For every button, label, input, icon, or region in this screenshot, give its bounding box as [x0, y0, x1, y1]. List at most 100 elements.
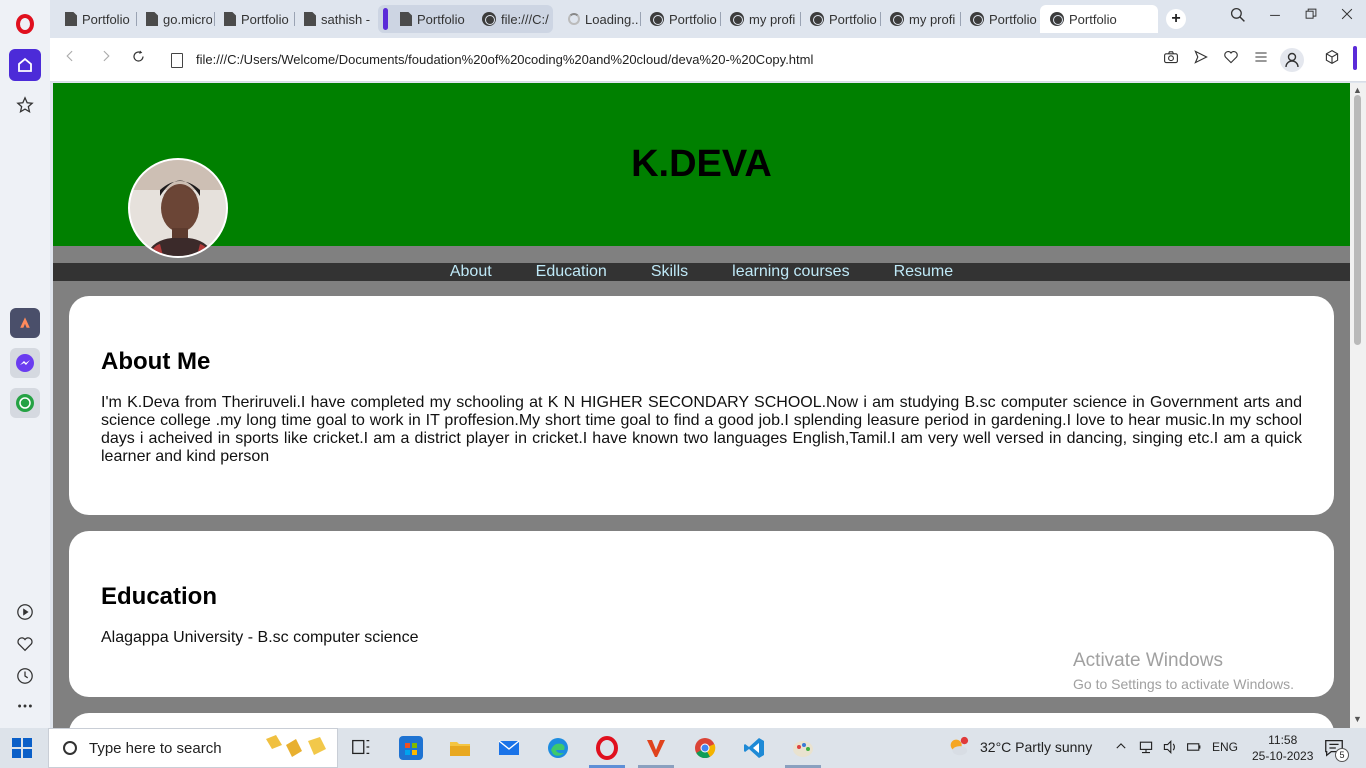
notification-count-badge: 5	[1335, 748, 1349, 762]
reload-icon[interactable]	[127, 49, 149, 69]
pinboard-heart-icon[interactable]	[1219, 49, 1243, 69]
tab[interactable]: go.micro	[136, 5, 212, 33]
globe-icon	[650, 12, 664, 26]
spinner-icon	[568, 13, 580, 25]
battery-icon[interactable]	[1186, 739, 1202, 758]
tab[interactable]: Portfolio	[390, 5, 472, 33]
page-viewport: K.DEVA About Education Skills learning c…	[53, 83, 1350, 728]
edge-icon[interactable]	[546, 736, 570, 760]
bookmarks-star-icon[interactable]	[9, 89, 41, 121]
page-icon	[304, 12, 316, 26]
weather-icon[interactable]	[946, 736, 970, 761]
search-tabs-icon[interactable]	[1223, 7, 1253, 28]
globe-icon	[890, 12, 904, 26]
about-heading: About Me	[101, 348, 211, 375]
nav-link-about[interactable]: About	[450, 263, 492, 281]
weather-text[interactable]: 32°C Partly sunny	[980, 739, 1092, 755]
file-explorer-icon[interactable]	[448, 736, 472, 760]
url-field[interactable]: file:///C:/Users/Welcome/Documents/fouda…	[196, 52, 813, 67]
mail-icon[interactable]	[497, 736, 521, 760]
volume-icon[interactable]	[1162, 739, 1178, 758]
vivaldi-icon[interactable]	[644, 736, 668, 760]
profile-photo	[128, 158, 228, 258]
site-nav: About Education Skills learning courses …	[53, 263, 1350, 281]
page-scrollbar[interactable]: ▲ ▼	[1350, 83, 1366, 728]
globe-icon	[810, 12, 824, 26]
new-tab-plus-icon[interactable]: +	[1166, 9, 1186, 29]
tab-group-indicator	[383, 8, 388, 30]
activate-windows-watermark: Activate Windows Go to Settings to activ…	[1073, 650, 1294, 692]
back-icon[interactable]	[59, 49, 81, 68]
nav-link-skills[interactable]: Skills	[651, 263, 688, 281]
tab[interactable]: Portfolio	[55, 5, 133, 33]
page-icon	[146, 12, 158, 26]
sidebar-accent	[1353, 46, 1357, 70]
page-icon	[65, 12, 77, 26]
globe-icon	[482, 12, 496, 26]
clock[interactable]: 11:58 25-10-2023	[1252, 732, 1313, 764]
whatsapp-icon[interactable]	[10, 388, 40, 418]
chrome-icon[interactable]	[693, 736, 717, 760]
about-text: I'm K.Deva from Theriruveli.I have compl…	[101, 394, 1302, 465]
tab-strip: Portfolio go.micro Portfolio sathish - P…	[50, 0, 1366, 38]
address-bar: file:///C:/Users/Welcome/Documents/fouda…	[50, 38, 1366, 82]
start-windows-icon[interactable]	[12, 738, 32, 758]
player-icon[interactable]	[14, 601, 36, 623]
scroll-thumb[interactable]	[1354, 95, 1361, 345]
globe-icon	[730, 12, 744, 26]
aria-ai-icon[interactable]	[10, 308, 40, 338]
site-header: K.DEVA	[53, 83, 1350, 258]
nav-link-education[interactable]: Education	[536, 263, 607, 281]
tab-active[interactable]: Portfolio	[1040, 5, 1158, 33]
network-icon[interactable]	[1138, 739, 1154, 758]
tab[interactable]: Portfolio	[640, 5, 720, 33]
messenger-icon[interactable]	[10, 348, 40, 378]
snapshot-camera-icon[interactable]	[1159, 49, 1183, 69]
home-icon[interactable]	[9, 49, 41, 81]
tab[interactable]: Portfolio	[800, 5, 880, 33]
browser-sidebar	[0, 0, 50, 728]
windows-taskbar: Type here to search 32°C Partly sunny EN…	[0, 728, 1366, 768]
scroll-down-icon[interactable]: ▼	[1353, 714, 1362, 724]
forward-icon[interactable]	[95, 49, 117, 68]
language-indicator[interactable]: ENG	[1212, 740, 1238, 754]
more-dots-icon[interactable]	[14, 695, 36, 717]
tab[interactable]: my profi	[720, 5, 800, 33]
minimize-icon[interactable]	[1260, 7, 1290, 26]
tab[interactable]: Portfolio	[960, 5, 1040, 33]
send-flow-icon[interactable]	[1189, 49, 1213, 69]
next-section	[69, 713, 1334, 728]
easy-setup-icon[interactable]	[1249, 49, 1273, 69]
page-title: K.DEVA	[631, 143, 772, 185]
page-icon	[400, 12, 412, 26]
chevron-up-icon[interactable]	[1114, 739, 1128, 756]
file-page-icon	[171, 53, 183, 68]
search-highlight-icon[interactable]	[262, 733, 330, 763]
nav-link-resume[interactable]: Resume	[894, 263, 954, 281]
store-icon[interactable]	[399, 736, 423, 760]
education-text: Alagappa University - B.sc computer scie…	[101, 629, 419, 646]
scroll-up-icon[interactable]: ▲	[1353, 85, 1362, 95]
profile-avatar-icon[interactable]	[1280, 48, 1304, 72]
opera-logo-icon[interactable]	[9, 8, 41, 40]
page-icon	[224, 12, 236, 26]
globe-icon	[1050, 12, 1064, 26]
heart-icon[interactable]	[14, 633, 36, 655]
tab[interactable]: Portfolio	[214, 5, 292, 33]
tab[interactable]: file:///C:/	[472, 5, 552, 33]
close-icon[interactable]	[1332, 7, 1362, 26]
paint-icon[interactable]	[791, 736, 815, 760]
vscode-icon[interactable]	[742, 736, 766, 760]
extensions-cube-icon[interactable]	[1320, 49, 1344, 69]
tab[interactable]: my profi	[880, 5, 960, 33]
education-heading: Education	[101, 583, 218, 610]
restore-icon[interactable]	[1296, 7, 1326, 26]
history-clock-icon[interactable]	[14, 665, 36, 687]
about-section: About Me I'm K.Deva from Theriruveli.I h…	[69, 296, 1334, 515]
opera-icon[interactable]	[595, 736, 619, 760]
tab[interactable]: Loading...	[558, 5, 638, 33]
globe-icon	[970, 12, 984, 26]
task-view-icon[interactable]	[350, 736, 374, 760]
tab[interactable]: sathish -	[294, 5, 370, 33]
nav-link-learning-courses[interactable]: learning courses	[732, 263, 849, 281]
